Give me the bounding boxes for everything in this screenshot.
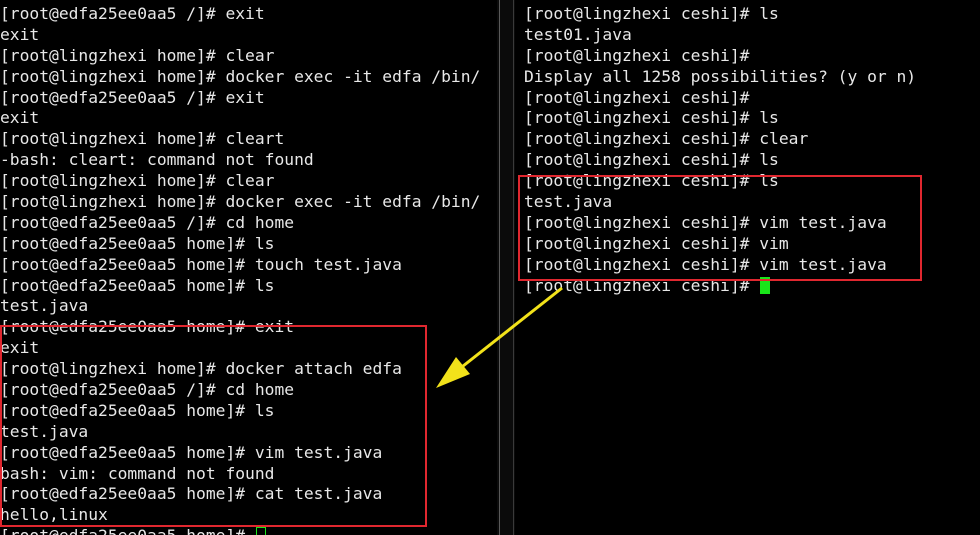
cursor-icon [255,527,266,535]
right-terminal-output: [root@lingzhexi ceshi]# ls test01.java [… [524,4,916,296]
terminal-line: [root@lingzhexi home]# docker attach edf… [0,359,402,379]
cursor-icon [760,276,771,294]
terminal-line: [root@lingzhexi home]# cleart [0,129,285,149]
terminal-line: [root@lingzhexi ceshi]# ls [524,171,779,191]
terminal-line: exit [0,24,40,44]
terminal-line: Display all 1258 possibilities? (y or n) [524,66,917,86]
terminal-line: bash: vim: command not found [0,463,275,483]
pane-divider-line [513,0,514,535]
left-terminal-pane[interactable]: [root@edfa25ee0aa5 /]# exit exit [root@l… [0,0,497,535]
terminal-line: [root@edfa25ee0aa5 home]# vim test.java [0,442,383,462]
terminal-line: -bash: cleart: command not found [0,150,314,170]
terminal-line: [root@edfa25ee0aa5 home]# exit [0,317,295,337]
pane-divider-line [499,0,500,535]
terminal-line: [root@edfa25ee0aa5 home]# touch test.jav… [0,254,402,274]
terminal-line: [root@lingzhexi ceshi]# vim test.java [524,254,887,274]
terminal-line: [root@edfa25ee0aa5 /]# exit [0,87,265,107]
terminal-line: exit [0,338,40,358]
terminal-line: exit [0,108,40,128]
terminal-prompt-line[interactable]: [root@lingzhexi ceshi]# [524,276,916,297]
terminal-line: [root@lingzhexi ceshi]# ls [524,4,779,23]
terminal-line: [root@lingzhexi ceshi]# clear [524,129,809,149]
terminal-line: [root@lingzhexi ceshi]# ls [524,108,779,128]
terminal-line: [root@edfa25ee0aa5 /]# cd home [0,212,295,232]
terminal-line: [root@lingzhexi home]# docker exec -it e… [0,192,481,212]
right-terminal-pane[interactable]: [root@lingzhexi ceshi]# ls test01.java [… [515,0,980,535]
terminal-line: test.java [524,192,613,212]
terminal-prompt-line[interactable]: [root@edfa25ee0aa5 home]# [0,526,480,535]
left-terminal-output: [root@edfa25ee0aa5 /]# exit exit [root@l… [0,4,480,535]
terminal-line: [root@edfa25ee0aa5 home]# ls [0,275,275,295]
terminal-screenshot: [root@edfa25ee0aa5 /]# exit exit [root@l… [0,0,980,535]
terminal-line: [root@lingzhexi ceshi]# [524,45,750,65]
terminal-line: [root@lingzhexi ceshi]# vim test.java [524,212,887,232]
terminal-line: hello,linux [0,505,108,525]
terminal-line: test01.java [524,24,632,44]
terminal-line: [root@lingzhexi ceshi]# [524,87,750,107]
terminal-line: test.java [0,421,89,441]
terminal-line: [root@lingzhexi ceshi]# vim [524,233,789,253]
terminal-line: [root@edfa25ee0aa5 home]# ls [0,400,275,420]
terminal-line: [root@lingzhexi home]# clear [0,45,275,65]
terminal-line: [root@lingzhexi home]# docker exec -it e… [0,66,481,86]
terminal-line: test.java [0,296,89,316]
terminal-line: [root@edfa25ee0aa5 home]# cat test.java [0,484,383,504]
terminal-line: [root@edfa25ee0aa5 /]# cd home [0,380,295,400]
terminal-line: [root@lingzhexi home]# clear [0,171,275,191]
terminal-line: [root@edfa25ee0aa5 /]# exit [0,4,265,23]
terminal-line: [root@edfa25ee0aa5 home]# ls [0,233,275,253]
terminal-line: [root@lingzhexi ceshi]# ls [524,150,779,170]
